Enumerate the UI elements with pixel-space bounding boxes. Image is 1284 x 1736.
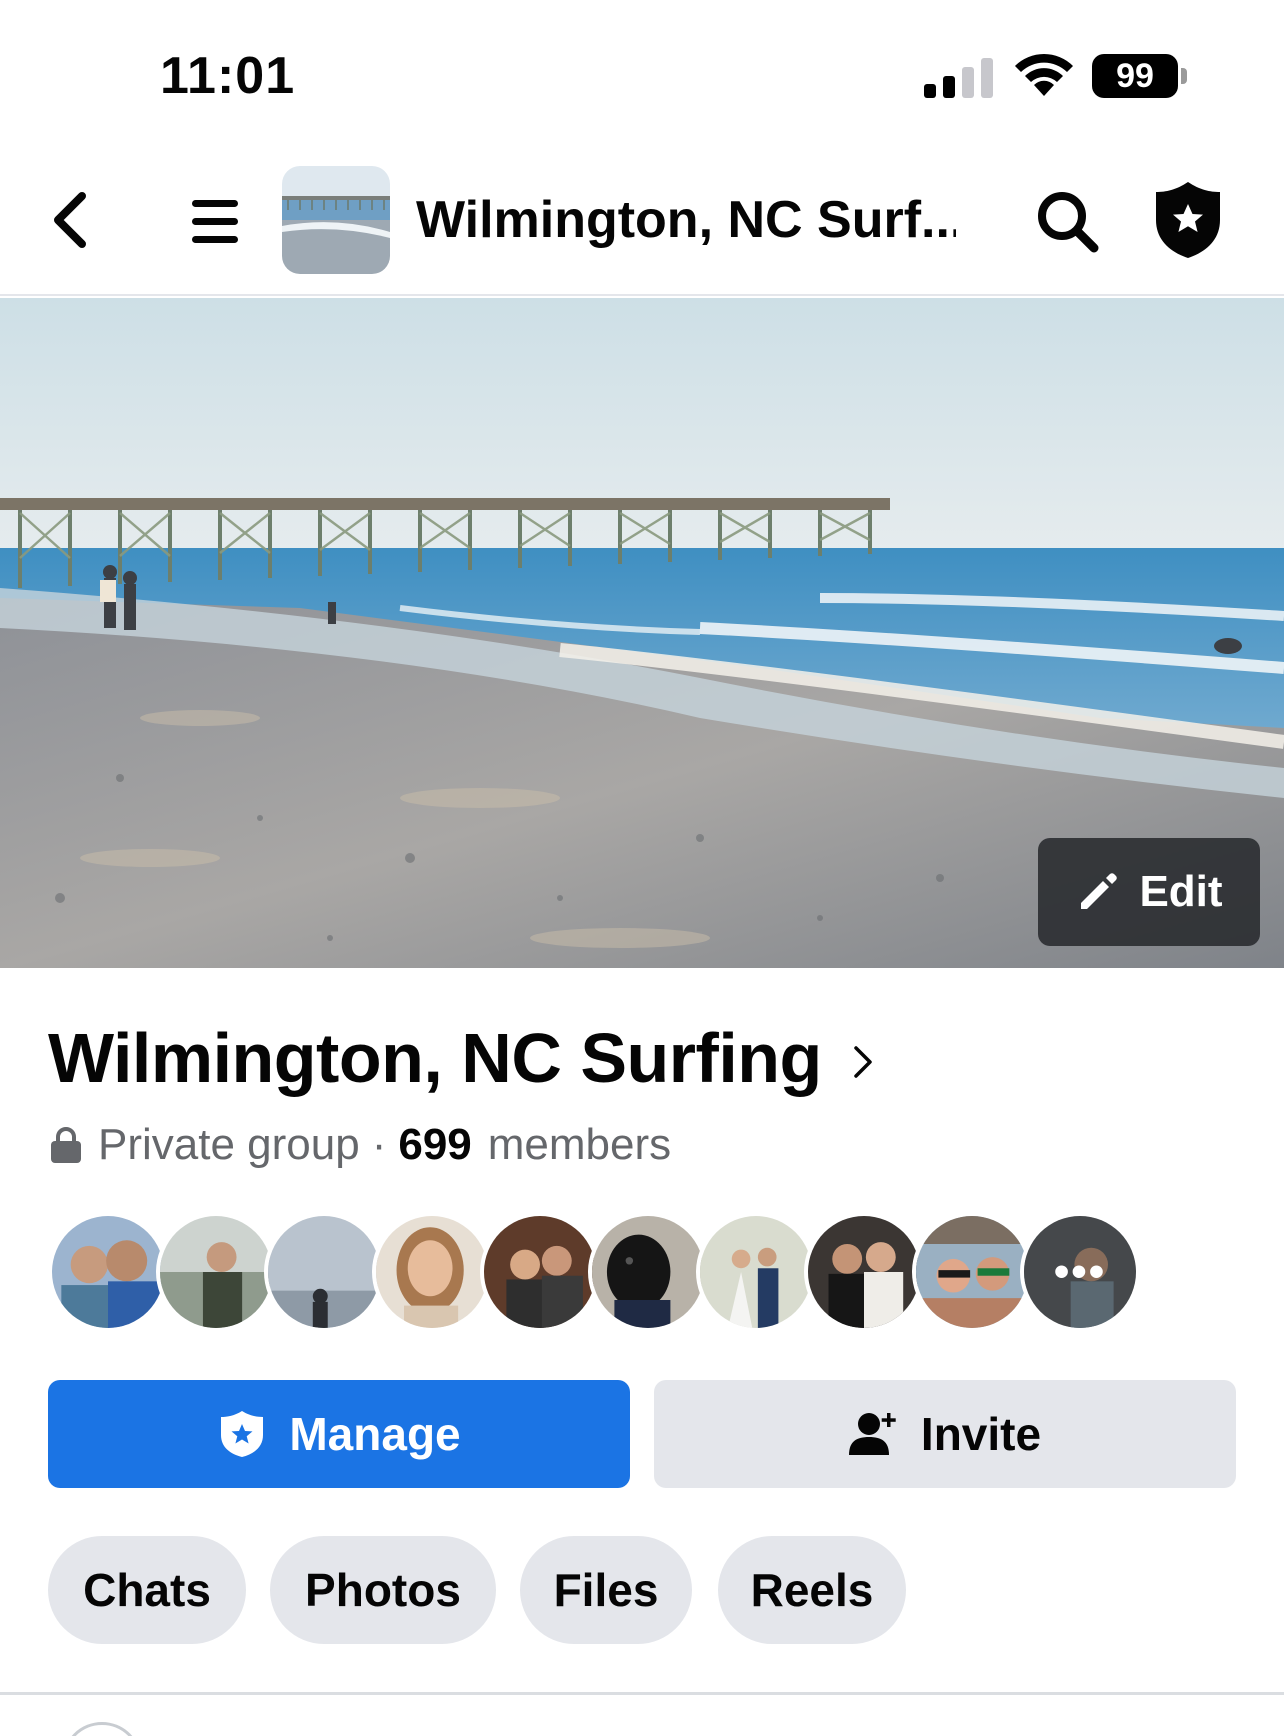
status-time: 11:01 <box>160 47 296 105</box>
more-members-avatar[interactable]: ••• <box>1020 1212 1140 1332</box>
avatar[interactable] <box>48 1212 168 1332</box>
lock-icon <box>51 1127 81 1163</box>
manage-label: Manage <box>289 1408 461 1460</box>
avatar[interactable] <box>588 1212 708 1332</box>
group-meta: Private group · 699 members <box>50 1120 671 1170</box>
status-bar: 11:01 99 <box>0 0 1284 150</box>
cover-photo: Edit <box>0 298 1284 968</box>
group-title[interactable]: Wilmington, NC Surfing <box>48 1018 874 1098</box>
search-icon[interactable] <box>1034 188 1100 254</box>
members-label[interactable]: members <box>488 1120 671 1170</box>
cellular-signal-icon <box>924 58 993 98</box>
avatar[interactable] <box>804 1212 924 1332</box>
more-members-icon: ••• <box>1024 1216 1136 1328</box>
tab-reels[interactable]: Reels <box>718 1536 906 1644</box>
group-name: Wilmington, NC Surfing <box>48 1019 822 1097</box>
menu-icon[interactable] <box>188 194 244 250</box>
battery-tip <box>1181 68 1187 84</box>
member-avatars[interactable]: ••• <box>48 1212 1148 1334</box>
top-nav-bar: Wilmington, NC Surf... <box>0 150 1284 296</box>
nav-group-title[interactable]: Wilmington, NC Surf... <box>416 190 956 250</box>
pencil-icon <box>1081 873 1118 909</box>
edit-cover-button[interactable]: Edit <box>1038 838 1260 946</box>
tab-photos[interactable]: Photos <box>270 1536 496 1644</box>
admin-shield-icon <box>221 1411 264 1457</box>
avatar[interactable] <box>480 1212 600 1332</box>
chevron-right-icon <box>854 1046 872 1078</box>
avatar[interactable] <box>912 1212 1032 1332</box>
avatar[interactable] <box>156 1212 276 1332</box>
admin-shield-icon[interactable] <box>1154 180 1222 260</box>
member-count[interactable]: 699 <box>398 1120 471 1170</box>
battery-level: 99 <box>1092 54 1178 98</box>
avatar[interactable] <box>372 1212 492 1332</box>
avatar[interactable] <box>696 1212 816 1332</box>
invite-button[interactable]: Invite <box>654 1380 1236 1488</box>
invite-label: Invite <box>920 1408 1042 1460</box>
avatar[interactable] <box>264 1212 384 1332</box>
tab-files[interactable]: Files <box>520 1536 692 1644</box>
privacy-label: Private group <box>98 1120 360 1169</box>
back-icon[interactable] <box>46 188 96 252</box>
add-person-icon <box>848 1413 896 1455</box>
composer-avatar[interactable] <box>62 1722 142 1736</box>
wifi-icon <box>1015 53 1073 96</box>
manage-button[interactable]: Manage <box>48 1380 630 1488</box>
tab-chats[interactable]: Chats <box>48 1536 246 1644</box>
battery-icon: 99 <box>1092 54 1188 98</box>
group-thumbnail[interactable] <box>282 166 390 274</box>
meta-separator: · <box>371 1120 387 1169</box>
section-divider <box>0 1692 1284 1695</box>
edit-label: Edit <box>1139 867 1223 916</box>
